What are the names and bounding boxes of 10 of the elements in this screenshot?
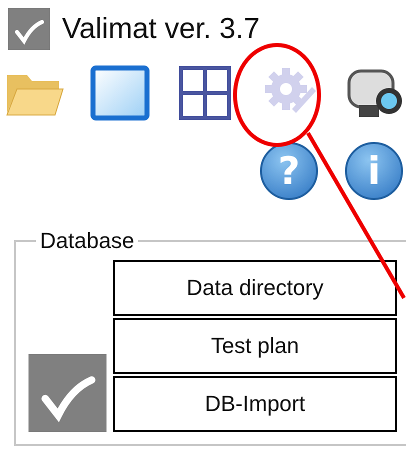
database-button[interactable]: DB-Import — [113, 376, 397, 432]
window-icon — [90, 65, 150, 121]
database-button[interactable]: Test plan — [113, 318, 397, 374]
app-logo-icon — [8, 8, 50, 50]
window-title: Valimat ver. 3.7 — [62, 12, 260, 46]
database-button[interactable]: Data directory — [113, 260, 397, 316]
group-label: Database — [39, 228, 136, 254]
window-button[interactable] — [90, 64, 150, 122]
check-icon — [28, 354, 107, 432]
grid-icon — [178, 65, 232, 121]
